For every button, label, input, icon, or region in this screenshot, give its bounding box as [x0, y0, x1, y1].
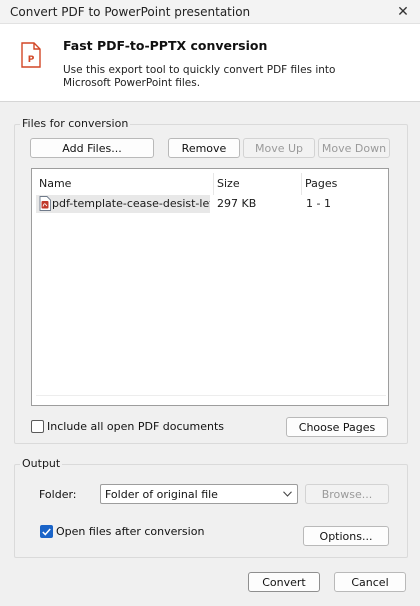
output-group-label: Output	[20, 457, 63, 470]
add-files-button[interactable]: Add Files...	[30, 138, 154, 158]
convert-button[interactable]: Convert	[248, 572, 320, 592]
checkmark-icon	[42, 528, 51, 536]
folder-label: Folder:	[39, 488, 77, 501]
header-title: Fast PDF-to-PPTX conversion	[63, 38, 268, 53]
file-pages-cell: 1 - 1	[306, 197, 331, 210]
file-name-cell: pdf-template-cease-desist-let...	[36, 195, 210, 213]
title-bar: Convert PDF to PowerPoint presentation ✕	[0, 0, 420, 24]
window-title: Convert PDF to PowerPoint presentation	[10, 5, 251, 19]
file-size-cell: 297 KB	[217, 197, 257, 210]
close-icon[interactable]: ✕	[386, 0, 420, 24]
header-description: Use this export tool to quickly convert …	[63, 64, 336, 89]
powerpoint-file-icon: P	[21, 42, 41, 68]
open-after-label[interactable]: Open files after conversion	[56, 525, 204, 538]
folder-select[interactable]: Folder of original file	[100, 484, 298, 504]
files-group-label: Files for conversion	[20, 117, 131, 130]
open-after-checkbox[interactable]	[40, 525, 53, 538]
files-list[interactable]: Name Size Pages pdf-template-cease-desis…	[31, 168, 389, 406]
include-all-checkbox[interactable]	[31, 420, 44, 433]
options-button[interactable]: Options...	[303, 526, 389, 546]
svg-text:P: P	[28, 55, 35, 65]
folder-select-value: Folder of original file	[105, 488, 218, 501]
cancel-button[interactable]: Cancel	[334, 572, 406, 592]
column-header-size[interactable]: Size	[214, 173, 302, 195]
table-row[interactable]: pdf-template-cease-desist-let... 297 KB …	[36, 195, 386, 213]
choose-pages-button[interactable]: Choose Pages	[286, 417, 388, 437]
move-up-button[interactable]: Move Up	[243, 138, 315, 158]
remove-button[interactable]: Remove	[168, 138, 240, 158]
column-header-pages[interactable]: Pages	[302, 173, 386, 195]
browse-button[interactable]: Browse...	[305, 484, 389, 504]
pdf-file-icon	[39, 196, 51, 211]
include-all-label[interactable]: Include all open PDF documents	[47, 420, 224, 433]
list-header: Name Size Pages	[36, 173, 386, 195]
file-name-text: pdf-template-cease-desist-let...	[52, 197, 210, 210]
horizontal-scrollbar[interactable]	[36, 395, 386, 401]
move-down-button[interactable]: Move Down	[318, 138, 390, 158]
header-banner: P Fast PDF-to-PPTX conversion Use this e…	[0, 24, 420, 102]
chevron-down-icon	[283, 491, 292, 497]
column-header-name[interactable]: Name	[36, 173, 214, 195]
